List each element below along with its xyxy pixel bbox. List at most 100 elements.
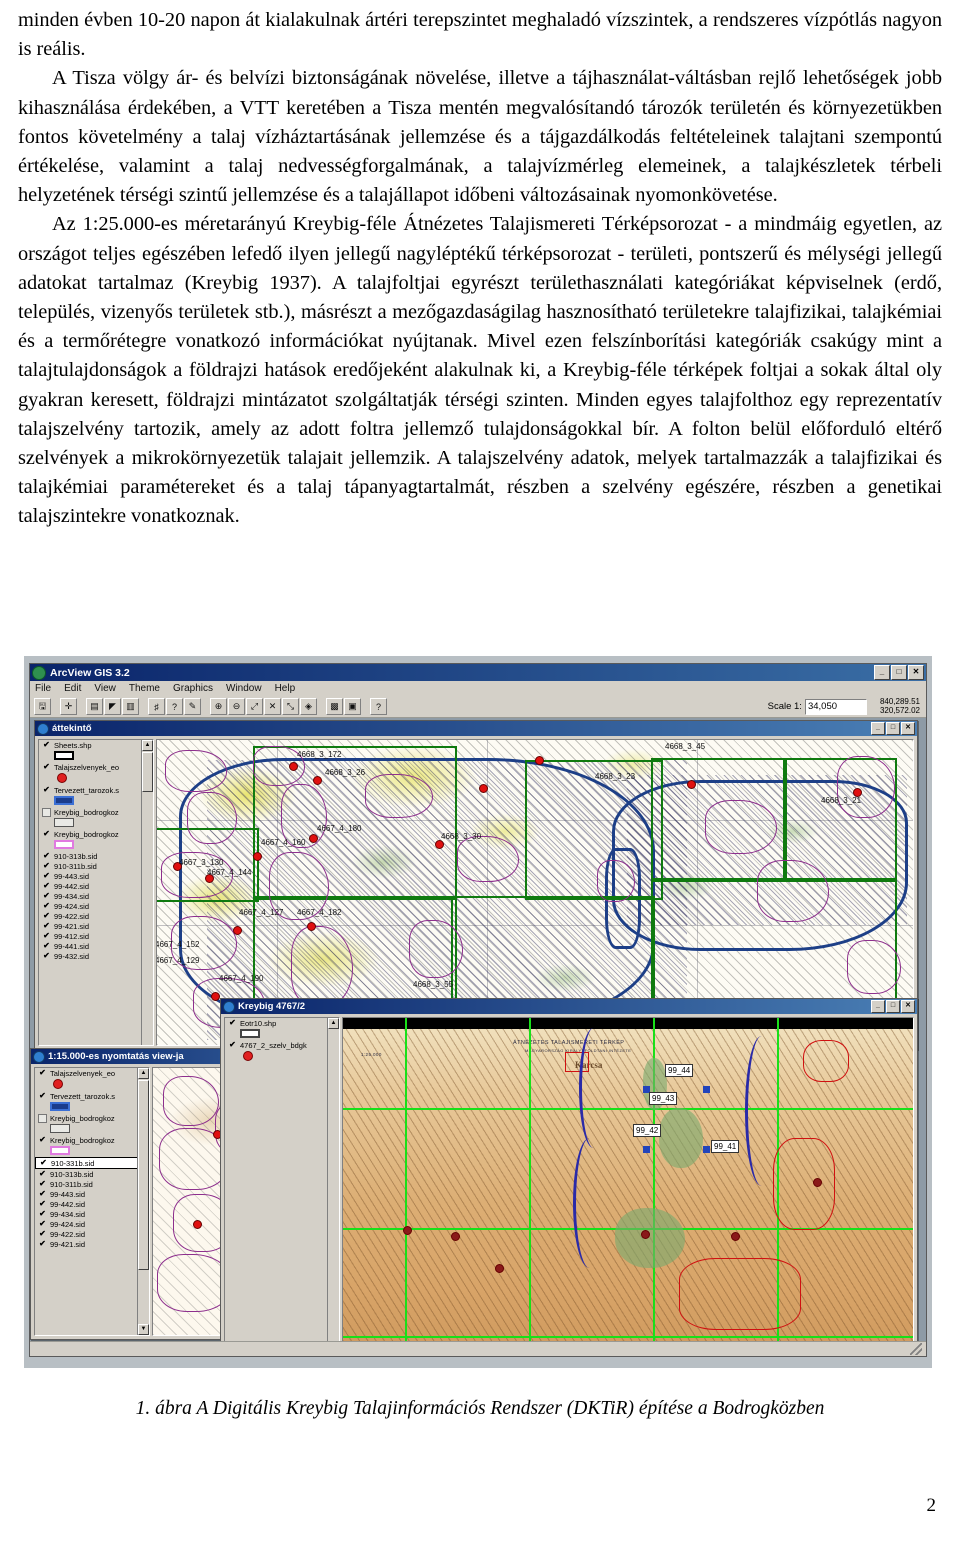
menu-help[interactable]: Help <box>275 683 296 694</box>
layer-checkbox[interactable]: ✔ <box>38 1170 47 1179</box>
menu-view[interactable]: View <box>94 683 116 694</box>
layer-checkbox[interactable]: ✔ <box>38 1240 47 1249</box>
soil-profile-point[interactable] <box>233 926 242 935</box>
clear-selection-icon[interactable]: ▩ <box>326 698 343 715</box>
menu-file[interactable]: File <box>35 683 51 694</box>
toc-scrollbar[interactable]: ▲ <box>327 1018 339 1355</box>
scale-control[interactable]: Scale 1: 34,050 <box>768 698 871 715</box>
layer-checkbox[interactable]: ✔ <box>42 912 51 921</box>
layer-item-selected[interactable]: ✔ 910-331b.sid <box>35 1157 149 1169</box>
layer-item[interactable]: ✔ Tervezett_tarozok.s <box>35 1091 149 1102</box>
table-of-contents-nyomtatas[interactable]: ✔ Talajszelvenyek_eo ✔ Tervezett_tarozok.s… <box>34 1067 150 1336</box>
zoom-full-extent-icon[interactable]: ⤡ <box>282 698 299 715</box>
layer-item[interactable]: ✔ 99-422.sid <box>39 911 153 922</box>
layer-checkbox[interactable]: ✔ <box>38 1220 47 1229</box>
layer-item[interactable]: ✔ 99-441.sid <box>39 941 153 952</box>
soil-profile-point[interactable] <box>193 1220 202 1229</box>
layer-checkbox[interactable]: ✔ <box>42 882 51 891</box>
layer-item[interactable]: ✔ Talajszelvenyek_eo <box>39 762 153 773</box>
layer-checkbox[interactable]: ✔ <box>42 952 51 961</box>
soil-profile-point[interactable] <box>687 780 696 789</box>
layer-checkbox[interactable]: ✔ <box>38 1069 47 1078</box>
toc-scrollbar[interactable]: ▲ <box>141 740 153 1045</box>
soil-profile-point[interactable] <box>435 840 444 849</box>
layer-item[interactable]: ✔ Tervezett_tarozok.s <box>39 785 153 796</box>
layer-checkbox[interactable]: ✔ <box>42 830 51 839</box>
layer-item[interactable]: ✔ 99-424.sid <box>39 901 153 912</box>
layer-checkbox[interactable]: ✔ <box>38 1200 47 1209</box>
close-button[interactable]: ✕ <box>901 1000 915 1013</box>
table-of-contents-kreybig[interactable]: ✔ Eotr10.shp ✔ 4767_2_szelv_bdgk ▲ <box>224 1017 340 1356</box>
layer-item[interactable]: Kreybig_bodrogkoz <box>35 1113 149 1123</box>
layer-item[interactable]: ✔ Talajszelvenyek_eo <box>35 1068 149 1079</box>
add-theme-icon[interactable]: ✛ <box>60 698 77 715</box>
layer-item[interactable]: ✔ 99-442.sid <box>35 1199 149 1210</box>
layer-item[interactable]: ✔ Eotr10.shp <box>225 1018 339 1029</box>
menu-window[interactable]: Window <box>226 683 262 694</box>
layout-icon[interactable]: ▣ <box>344 698 361 715</box>
menu-graphics[interactable]: Graphics <box>173 683 213 694</box>
map-canvas-kreybig[interactable]: ÁTNÉZETES TALAJISMERETI TÉRKÉP MAGYARORS… <box>342 1017 914 1356</box>
theme-properties-icon[interactable]: ▤ <box>86 698 103 715</box>
scroll-up-icon[interactable]: ▲ <box>142 740 153 751</box>
layer-checkbox[interactable] <box>42 808 51 817</box>
layer-item[interactable]: ✔ 910-313b.sid <box>35 1169 149 1180</box>
soil-profile-point[interactable] <box>253 852 262 861</box>
locate-address-icon[interactable]: ✎ <box>184 698 201 715</box>
menu-bar[interactable]: File Edit View Theme Graphics Window Hel… <box>30 681 926 696</box>
layer-item[interactable]: ✔ 99-442.sid <box>39 881 153 892</box>
layer-checkbox[interactable]: ✔ <box>38 1210 47 1219</box>
find-icon[interactable]: ? <box>166 698 183 715</box>
scroll-down-icon[interactable]: ▼ <box>138 1324 149 1335</box>
layer-checkbox[interactable]: ✔ <box>38 1230 47 1239</box>
layer-item[interactable]: ✔ 4767_2_szelv_bdgk <box>225 1040 339 1051</box>
minimize-button[interactable]: _ <box>871 1000 885 1013</box>
close-button[interactable]: ✕ <box>901 722 915 735</box>
layer-checkbox[interactable]: ✔ <box>42 862 51 871</box>
layer-item[interactable]: ✔ 910-311b.sid <box>35 1179 149 1190</box>
minimize-button[interactable]: _ <box>874 665 890 680</box>
layer-checkbox[interactable]: ✔ <box>42 892 51 901</box>
layer-checkbox[interactable]: ✔ <box>228 1019 237 1028</box>
layer-item[interactable]: ✔ Kreybig_bodrogkoz <box>35 1135 149 1146</box>
layer-item[interactable]: ✔ 99-434.sid <box>35 1209 149 1220</box>
soil-profile-point[interactable] <box>289 762 298 771</box>
layer-checkbox[interactable]: ✔ <box>42 852 51 861</box>
scale-input[interactable]: 34,050 <box>804 698 867 715</box>
save-icon[interactable]: 🖫 <box>34 698 51 715</box>
layer-checkbox[interactable]: ✔ <box>38 1092 47 1101</box>
layer-item[interactable]: ✔ 99-412.sid <box>39 931 153 942</box>
layer-item[interactable]: ✔ 910-311b.sid <box>39 861 153 872</box>
soil-profile-point[interactable] <box>211 992 220 1001</box>
zoom-selected-icon[interactable]: ⤢ <box>246 698 263 715</box>
layer-checkbox[interactable]: ✔ <box>38 1180 47 1189</box>
layer-item[interactable]: ✔ Sheets.shp <box>39 740 153 751</box>
layer-item[interactable]: ✔ 99-421.sid <box>39 921 153 932</box>
layer-checkbox[interactable]: ✔ <box>42 786 51 795</box>
layer-item[interactable]: Kreybig_bodrogkoz <box>39 807 153 817</box>
layer-checkbox[interactable]: ✔ <box>39 1159 48 1168</box>
select-feature-icon[interactable]: ◈ <box>300 698 317 715</box>
resize-grip-icon[interactable] <box>910 1343 922 1355</box>
window-controls[interactable]: _ □ ✕ <box>874 665 924 680</box>
layer-checkbox[interactable]: ✔ <box>42 942 51 951</box>
soil-profile-point[interactable] <box>313 776 322 785</box>
layer-checkbox[interactable]: ✔ <box>38 1136 47 1145</box>
layer-item[interactable]: ✔ 910-313b.sid <box>39 851 153 862</box>
layer-checkbox[interactable]: ✔ <box>228 1041 237 1050</box>
toolbar-primary[interactable]: 🖫 ✛ ▤ ◤ ▥ ♯ ? ✎ ⊕ ⊖ ⤢ ✕ ⤡ ◈ ▩ ▣ ? Scale … <box>30 696 926 718</box>
layer-item[interactable]: ✔ 99-443.sid <box>39 871 153 882</box>
layer-checkbox[interactable]: ✔ <box>42 902 51 911</box>
zoom-previous-icon[interactable]: ✕ <box>264 698 281 715</box>
layer-item[interactable]: ✔ 99-422.sid <box>35 1229 149 1240</box>
zoom-out-extent-icon[interactable]: ⊖ <box>228 698 245 715</box>
minimize-button[interactable]: _ <box>871 722 885 735</box>
layer-checkbox[interactable]: ✔ <box>42 932 51 941</box>
maximize-button[interactable]: □ <box>886 1000 900 1013</box>
help-pointer-icon[interactable]: ? <box>370 698 387 715</box>
zoom-in-extent-icon[interactable]: ⊕ <box>210 698 227 715</box>
layer-checkbox[interactable]: ✔ <box>38 1190 47 1199</box>
layer-checkbox[interactable]: ✔ <box>42 741 51 750</box>
soil-profile-point[interactable] <box>479 784 488 793</box>
layer-checkbox[interactable]: ✔ <box>42 922 51 931</box>
